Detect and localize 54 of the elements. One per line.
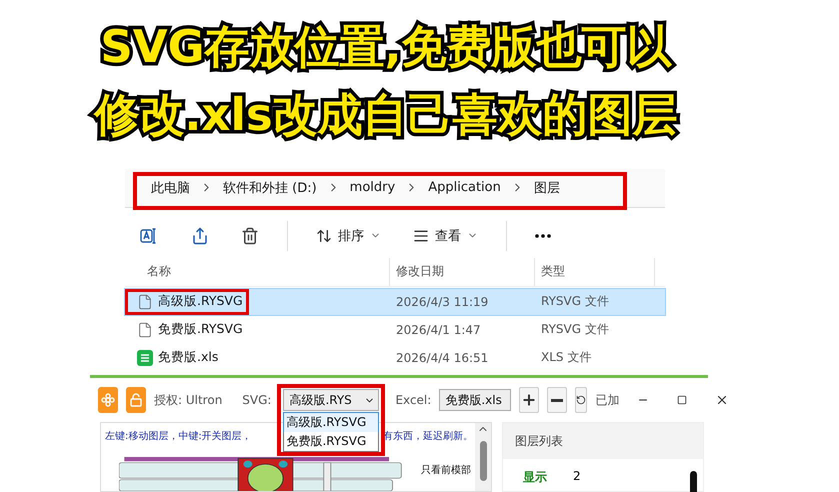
share-icon <box>191 226 209 245</box>
svg-label: SVG: <box>242 393 272 408</box>
plus-icon <box>521 392 538 408</box>
flower-icon <box>101 393 115 408</box>
side-label: 只看前模部 <box>421 463 471 477</box>
file-name: 高级版.RYSVG <box>158 293 243 310</box>
add-button[interactable] <box>519 387 540 414</box>
file-name: 免费版.xls <box>158 349 218 366</box>
layer-count: 2 <box>573 469 581 485</box>
scrollbar <box>690 471 697 492</box>
column-header[interactable]: 名称 <box>125 258 390 286</box>
license-label: 授权: Ultron <box>154 392 222 409</box>
file-icon <box>137 322 153 338</box>
column-header[interactable]: 修改日期 <box>390 258 535 286</box>
layer-label: 显示 <box>523 469 547 486</box>
svg-select[interactable]: 高级版.RYS <box>283 389 380 412</box>
file-row[interactable]: 免费版.RYSVG 2026/4/1 1:47 RYSVG 文件 <box>125 316 665 343</box>
type-cell-text: RYSVG 文件 <box>540 321 610 338</box>
minus-icon <box>551 398 564 402</box>
spreadsheet-icon <box>137 350 153 366</box>
view-icon <box>413 228 429 244</box>
hint-text: 左键:移动图层，中键:开关图层， <box>105 430 252 443</box>
status-text: 已加 <box>595 392 620 409</box>
date-cell-text: 2026/4/3 11:19 <box>395 294 490 309</box>
refresh-icon <box>576 395 586 406</box>
panel-title: 图层列表 <box>503 423 703 459</box>
type-cell-text: XLS 文件 <box>540 349 592 366</box>
column-header[interactable]: 类型 <box>535 258 655 286</box>
breadcrumb-item[interactable]: 此电脑 <box>151 178 190 197</box>
more-icon <box>535 234 551 238</box>
dropdown-option[interactable]: 高级版.RYSVG <box>284 413 378 432</box>
date-cell-text: 2026/4/1 1:47 <box>395 322 482 337</box>
breadcrumb-item[interactable]: 图层 <box>534 178 560 197</box>
sort-icon <box>316 228 332 244</box>
breadcrumb-item[interactable]: Application <box>428 180 501 196</box>
refresh-button[interactable] <box>575 387 588 414</box>
trash-icon <box>241 226 259 245</box>
caption-text: 修改.xls改成自己喜欢的图层 <box>94 87 678 144</box>
file-row[interactable]: 高级版.RYSVG 2026/4/3 11:19 RYSVG 文件 <box>125 288 665 315</box>
date-cell-text: 2026/4/4 16:51 <box>395 350 490 365</box>
excel-label: Excel: <box>395 393 432 408</box>
file-icon <box>137 294 153 310</box>
breadcrumb-item[interactable]: moldry <box>350 180 396 196</box>
lock-icon <box>129 393 143 408</box>
sort-button[interactable]: 排序 <box>312 222 385 249</box>
breadcrumb-item[interactable]: 软件和外挂 (D:) <box>223 178 317 197</box>
caption-text: SVG存放位置,免费版也可以 <box>100 19 672 76</box>
file-row[interactable]: 免费版.xls 2026/4/4 16:51 XLS 文件 <box>125 344 665 371</box>
maximize-icon <box>677 395 688 406</box>
view-button[interactable]: 查看 <box>409 222 482 249</box>
excel-select[interactable]: 免费版.xls <box>439 389 512 412</box>
file-name: 免费版.RYSVG <box>158 321 243 338</box>
remove-button[interactable] <box>547 387 568 414</box>
type-cell-text: RYSVG 文件 <box>540 293 610 310</box>
